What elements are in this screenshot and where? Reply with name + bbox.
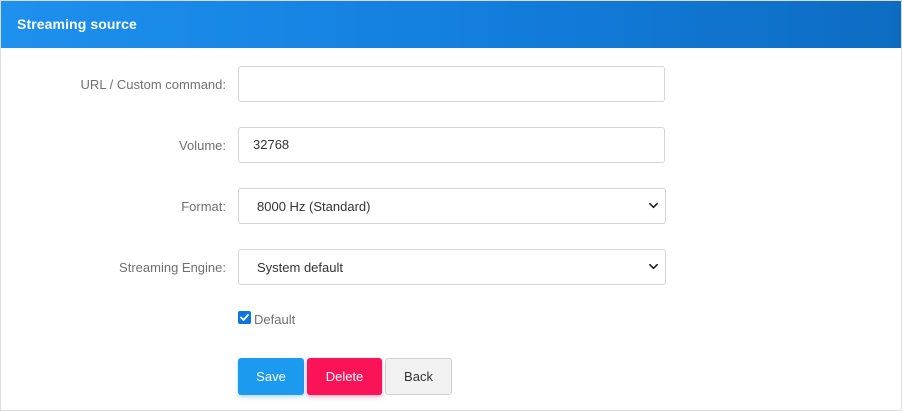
panel-header: Streaming source (1, 1, 901, 48)
format-select[interactable]: 8000 Hz (Standard) (238, 188, 666, 224)
chevron-down-icon (649, 263, 658, 270)
url-label: URL / Custom command: (80, 77, 226, 92)
engine-select[interactable]: System default (238, 249, 666, 285)
streaming-source-panel: Streaming source URL / Custom command: V… (0, 0, 902, 411)
chevron-down-icon (649, 202, 658, 209)
default-checkbox[interactable] (238, 311, 251, 324)
save-button[interactable]: Save (238, 358, 304, 395)
volume-input[interactable]: 32768 (238, 127, 665, 163)
volume-value: 32768 (253, 137, 290, 152)
engine-label: Streaming Engine: (119, 260, 226, 275)
engine-selected-value: System default (257, 260, 343, 275)
delete-button[interactable]: Delete (307, 358, 382, 395)
url-input[interactable] (238, 66, 665, 102)
panel-title: Streaming source (17, 16, 137, 32)
format-selected-value: 8000 Hz (Standard) (257, 199, 371, 214)
default-checkbox-label[interactable]: Default (254, 312, 295, 327)
format-label: Format: (181, 199, 226, 214)
check-icon (240, 314, 249, 321)
back-button[interactable]: Back (385, 358, 452, 395)
volume-label: Volume: (179, 138, 226, 153)
